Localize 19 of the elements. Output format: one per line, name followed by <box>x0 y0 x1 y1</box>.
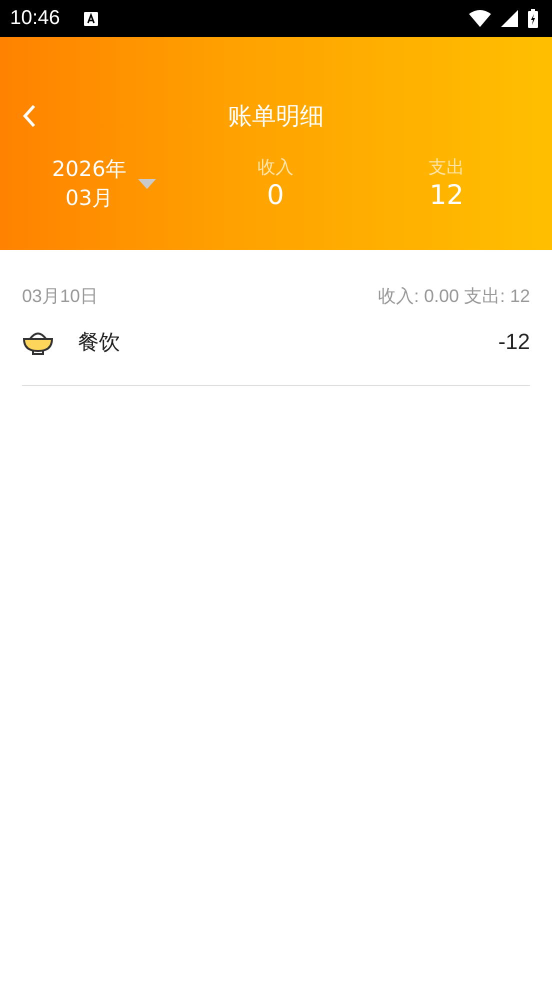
income-value: 0 <box>266 179 284 213</box>
year-label[interactable]: 2026年 <box>52 155 126 184</box>
wifi-icon <box>469 10 491 27</box>
expense-label: 支出 <box>428 156 464 179</box>
dropdown-icon[interactable] <box>138 179 156 189</box>
expense-value: 12 <box>429 179 464 213</box>
day-summary: 收入: 0.00 支出: 12 <box>378 285 530 308</box>
status-time: 10:46 <box>10 7 60 30</box>
entry-amount: -12 <box>498 328 530 354</box>
bill-entry[interactable]: 餐饮 -12 <box>22 308 530 386</box>
back-icon[interactable] <box>22 104 36 128</box>
month-label[interactable]: 03月 <box>65 184 114 213</box>
battery-icon <box>528 9 538 28</box>
signal-icon <box>501 10 518 27</box>
notification-icon <box>84 12 98 26</box>
category-name: 餐饮 <box>78 328 121 356</box>
day-date: 03月10日 <box>22 285 98 308</box>
income-label: 收入 <box>258 156 294 179</box>
page-title: 账单明细 <box>228 101 324 132</box>
